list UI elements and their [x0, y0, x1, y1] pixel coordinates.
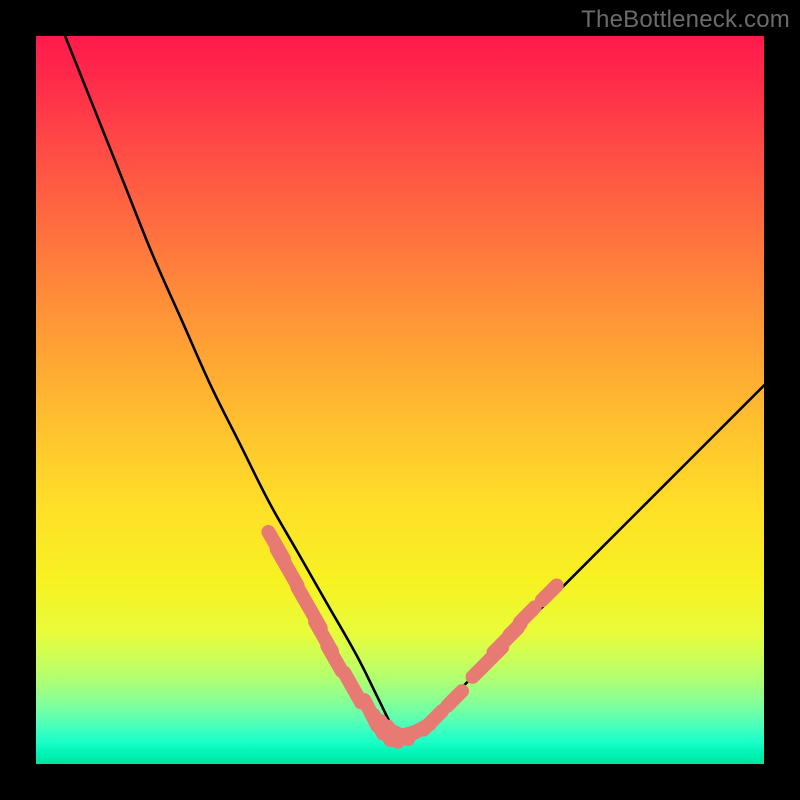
curve-marker: [542, 586, 557, 601]
plot-area: [36, 36, 764, 764]
curve-marker: [277, 549, 298, 585]
curve-marker: [327, 646, 341, 671]
bottleneck-curve: [36, 36, 764, 736]
watermark-text: TheBottleneck.com: [581, 6, 790, 34]
chart-frame: TheBottleneck.com: [0, 0, 800, 800]
curve-marker: [423, 711, 442, 730]
curve-marker: [520, 607, 535, 622]
chart-svg: [36, 36, 764, 764]
curve-markers: [268, 532, 556, 742]
curve-marker: [447, 691, 462, 706]
